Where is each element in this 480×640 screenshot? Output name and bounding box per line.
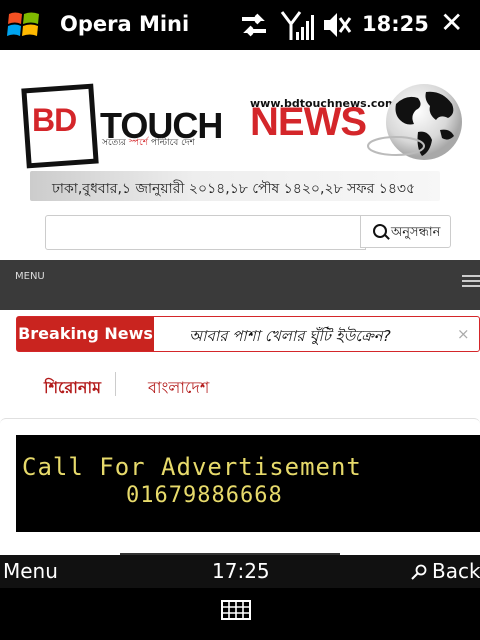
advertisement-banner[interactable]: Call For Advertisement 01679886668 [16,435,480,532]
hamburger-menu-icon[interactable] [462,275,480,290]
tagline-pre: সত্যের [102,138,129,148]
logo-bd-text: BD [32,102,77,138]
zoom-icon[interactable] [411,564,427,580]
tab-bangladesh[interactable]: বাংলাদেশ [148,375,209,402]
search-input[interactable] [45,215,366,250]
close-icon[interactable]: × [457,325,470,343]
tab-divider [115,372,116,396]
search-button-label: অনুসন্ধান [391,225,441,240]
breaking-news-label: Breaking News [17,317,154,351]
search-button[interactable]: অনুসন্ধান [360,215,451,248]
logo-news-text: NEWS [250,100,367,144]
breaking-news-headline[interactable]: আবার পাশা খেলার ঘুঁটি ইউক্রেন? [189,325,391,350]
menu-softkey[interactable]: Menu [3,559,58,583]
windows-start-icon[interactable] [6,8,42,42]
menu-bar[interactable]: MENU [0,260,480,310]
menu-label[interactable]: MENU [15,271,45,282]
breaking-news-ticker: Breaking News আবার পাশা খেলার ঘুঁটি ইউক্… [16,316,480,352]
back-softkey[interactable]: Back [432,559,480,583]
tab-headlines[interactable]: শিরোনাম [44,375,101,402]
signal-strength-icon[interactable] [280,10,314,42]
tagline-post: পাল্টাবে দেশ [148,138,195,148]
date-text: ঢাকা,বুধবার,১ জানুয়ারী ২০১৪,১৮ পৌষ ১৪২০… [52,181,416,197]
close-icon[interactable]: ✕ [440,6,463,39]
softkey-time: 17:25 [212,559,270,583]
data-connection-icon[interactable] [238,10,270,40]
search-icon [373,224,387,238]
status-bar: Opera Mini 18:25 ✕ [0,0,480,50]
globe-icon [367,84,462,160]
web-page: BD TOUCH www.bdtouchnews.com NEWS সত্যের… [0,50,480,555]
status-time[interactable]: 18:25 [362,12,429,36]
bottom-bar [0,588,480,640]
ad-phone-number: 01679886668 [126,483,283,508]
date-bar: ঢাকা,বুধবার,১ জানুয়ারী ২০১৪,১৮ পৌষ ১৪২০… [30,171,440,201]
app-title: Opera Mini [60,12,190,36]
ad-line-1: Call For Advertisement [22,453,362,481]
advertisement-panel: Call For Advertisement 01679886668 [0,418,480,551]
logo-tagline: সত্যের স্পর্শে পাল্টাবে দেশ [102,135,195,150]
tagline-red: স্পর্শে [128,138,149,148]
softkey-bar: Menu 17:25 Back [0,555,480,588]
keyboard-icon[interactable] [221,600,251,620]
volume-muted-icon[interactable] [322,10,352,40]
